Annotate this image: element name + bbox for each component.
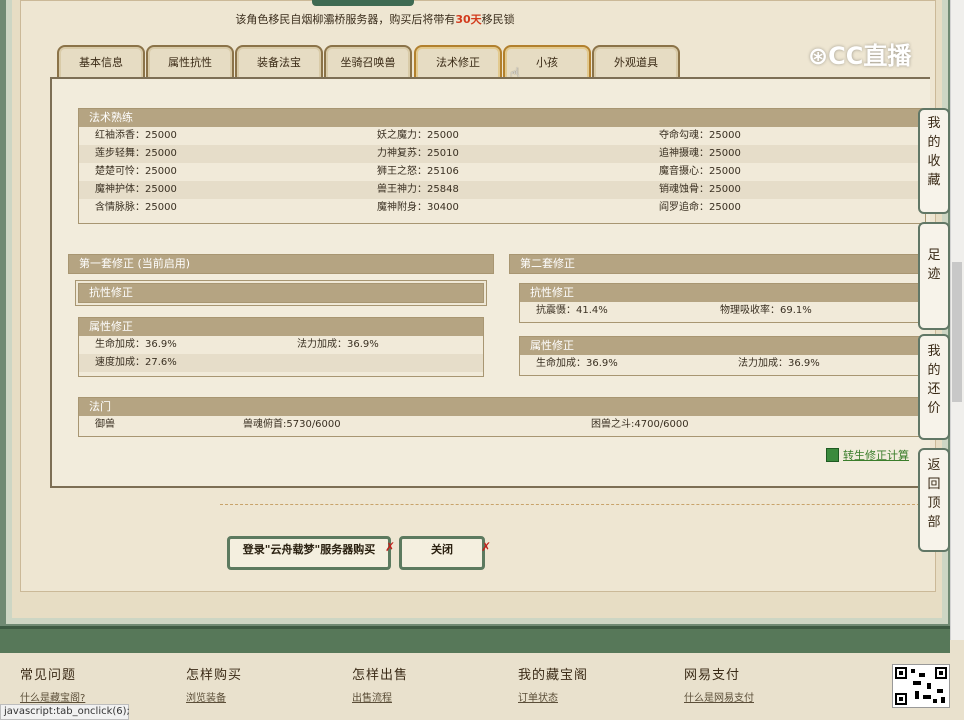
- skills-row: 含情脉脉：25000 魔神附身：30400 阎罗追命：25000: [79, 199, 925, 217]
- side-bargain-button[interactable]: 我的还价: [918, 334, 950, 440]
- attr-cell: 生命加成：36.9%: [95, 339, 177, 350]
- skills-row: 莲步轻舞：25000 力神复苏：25010 追神摄魂：25000: [79, 145, 925, 163]
- skill-cell: 魔神附身：30400: [377, 202, 459, 213]
- footer-link[interactable]: 什么是藏宝阁?: [20, 689, 85, 704]
- footer-link[interactable]: 订单状态: [518, 689, 558, 704]
- set2-attr-row: 生命加成：36.9% 法力加成：36.9%: [520, 355, 920, 373]
- skills-row: 魔神护体：25000 兽王神力：25848 销魂蚀骨：25000: [79, 181, 925, 199]
- resist-cell: 物理吸收率：69.1%: [720, 305, 812, 316]
- set1-title: 第一套修正 (当前启用): [68, 254, 494, 274]
- set2-resist-box: 抗性修正 抗震慑：41.4% 物理吸收率：69.1%: [519, 283, 921, 323]
- set1-attr-title: 属性修正: [79, 318, 483, 336]
- skills-title: 法术熟练: [79, 109, 925, 127]
- notice-text-end: 移民锁: [481, 13, 515, 26]
- close-label: 关闭: [431, 543, 453, 556]
- set1-resist-title: 抗性修正: [78, 283, 484, 303]
- attr-cell: 法力加成：36.9%: [297, 339, 379, 350]
- set1-attr-row: 生命加成：36.9% 法力加成：36.9%: [79, 336, 483, 354]
- skill-cell: 魔音摄心：25000: [659, 166, 741, 177]
- skills-row: 楚楚可怜：25000 狮王之怒：25106 魔音摄心：25000: [79, 163, 925, 181]
- tab-equipment[interactable]: 装备法宝: [235, 45, 323, 79]
- ribbon-x-icon: ✗: [481, 540, 492, 554]
- footer-heading: 怎样出售: [352, 668, 409, 683]
- footer-heading: 网易支付: [684, 668, 741, 683]
- divider: [220, 504, 920, 505]
- set2-attr-box: 属性修正 生命加成：36.9% 法力加成：36.9%: [519, 336, 921, 376]
- resist-cell: 抗震慑：41.4%: [536, 305, 608, 316]
- skill-cell: 楚楚可怜：25000: [95, 166, 177, 177]
- skill-cell: 妖之魔力：25000: [377, 130, 459, 141]
- login-buy-label: 登录"云舟载梦"服务器购买: [242, 543, 376, 556]
- side-favorites-label: 我的收藏: [927, 116, 941, 188]
- set1-attr-row: 速度加成：27.6%: [79, 354, 483, 372]
- footer-heading: 怎样购买: [186, 668, 243, 683]
- side-bargain-label: 我的还价: [927, 344, 941, 416]
- close-button[interactable]: 关闭: [399, 536, 485, 570]
- footer-heading: 我的藏宝阁: [518, 668, 589, 683]
- set2-resist-row: 抗震慑：41.4% 物理吸收率：69.1%: [520, 302, 920, 320]
- tab-spell-correction[interactable]: 法术修正: [414, 45, 502, 79]
- watermark-icon: ⊛: [808, 42, 829, 70]
- tab-mounts-pets[interactable]: 坐骑召唤兽: [324, 45, 412, 79]
- footer-link[interactable]: 出售流程: [352, 689, 392, 704]
- skill-cell: 夺命勾魂：25000: [659, 130, 741, 141]
- skill-cell: 追神摄魂：25000: [659, 148, 741, 159]
- watermark-text: CC直播: [828, 42, 912, 70]
- notice-highlight: 30天: [455, 13, 482, 26]
- attr-cell: 速度加成：27.6%: [95, 357, 177, 368]
- qr-code-graphic: [895, 667, 947, 705]
- skill-cell: 力神复苏：25010: [377, 148, 459, 159]
- tab-appearance[interactable]: 外观道具: [592, 45, 680, 79]
- footer-band: [0, 626, 950, 653]
- qr-code-icon: [892, 664, 950, 708]
- set2-title: 第二套修正: [509, 254, 927, 274]
- skill-cell: 狮王之怒：25106: [377, 166, 459, 177]
- skill-cell: 红袖添香：25000: [95, 130, 177, 141]
- school-cell: 兽魂俯首:5730/6000: [243, 419, 341, 430]
- browser-status-bar: javascript:tab_onclick(6);: [0, 704, 130, 720]
- school-row: 御兽 兽魂俯首:5730/6000 困兽之斗:4700/6000: [79, 416, 925, 434]
- school-section: 法门 御兽 兽魂俯首:5730/6000 困兽之斗:4700/6000: [78, 397, 926, 437]
- calculator-icon: [826, 448, 839, 462]
- skill-cell: 销魂蚀骨：25000: [659, 184, 741, 195]
- notice-text: 该角色移民自烟柳灞桥服务器，购买后将带有: [235, 13, 456, 26]
- set2-attr-title: 属性修正: [520, 337, 920, 355]
- footer-link[interactable]: 什么是网易支付: [684, 689, 754, 704]
- set1-attr-box: 属性修正 生命加成：36.9% 法力加成：36.9% 速度加成：27.6%: [78, 317, 484, 377]
- top-button-edge[interactable]: [312, 0, 414, 6]
- side-history-button[interactable]: 足迹: [918, 222, 950, 330]
- rebirth-calc-link[interactable]: 转生修正计算: [843, 447, 909, 463]
- school-cell: 困兽之斗:4700/6000: [591, 419, 689, 430]
- ribbon-x-icon: ✗: [385, 540, 396, 554]
- tab-attr-resist[interactable]: 属性抗性: [146, 45, 234, 79]
- footer-heading: 常见问题: [20, 668, 77, 683]
- skill-cell: 兽王神力：25848: [377, 184, 459, 195]
- skills-section: 法术熟练 红袖添香：25000 妖之魔力：25000 夺命勾魂：25000 莲步…: [78, 108, 926, 224]
- attr-cell: 法力加成：36.9%: [738, 358, 820, 369]
- side-history-label: 足迹: [927, 248, 941, 282]
- set2-resist-title: 抗性修正: [520, 284, 920, 302]
- side-top-label: 返回顶部: [927, 458, 941, 530]
- login-buy-button[interactable]: 登录"云舟载梦"服务器购买: [227, 536, 391, 570]
- skill-cell: 阎罗追命：25000: [659, 202, 741, 213]
- migration-notice: 该角色移民自烟柳灞桥服务器，购买后将带有30天移民锁: [0, 11, 750, 27]
- school-title: 法门: [79, 398, 925, 416]
- tab-basic-info[interactable]: 基本信息: [57, 45, 145, 79]
- skill-cell: 莲步轻舞：25000: [95, 148, 177, 159]
- watermark-logo: ⊛CC直播: [808, 36, 911, 71]
- footer-link[interactable]: 浏览装备: [186, 689, 226, 704]
- scrollbar-thumb[interactable]: [952, 262, 962, 402]
- side-back-to-top-button[interactable]: 返回顶部: [918, 448, 950, 552]
- skills-row: 红袖添香：25000 妖之魔力：25000 夺命勾魂：25000: [79, 127, 925, 145]
- skill-cell: 含情脉脉：25000: [95, 202, 177, 213]
- side-favorites-button[interactable]: 我的收藏: [918, 108, 950, 214]
- attr-cell: 生命加成：36.9%: [536, 358, 618, 369]
- school-cell: 御兽: [95, 419, 115, 430]
- skill-cell: 魔神护体：25000: [95, 184, 177, 195]
